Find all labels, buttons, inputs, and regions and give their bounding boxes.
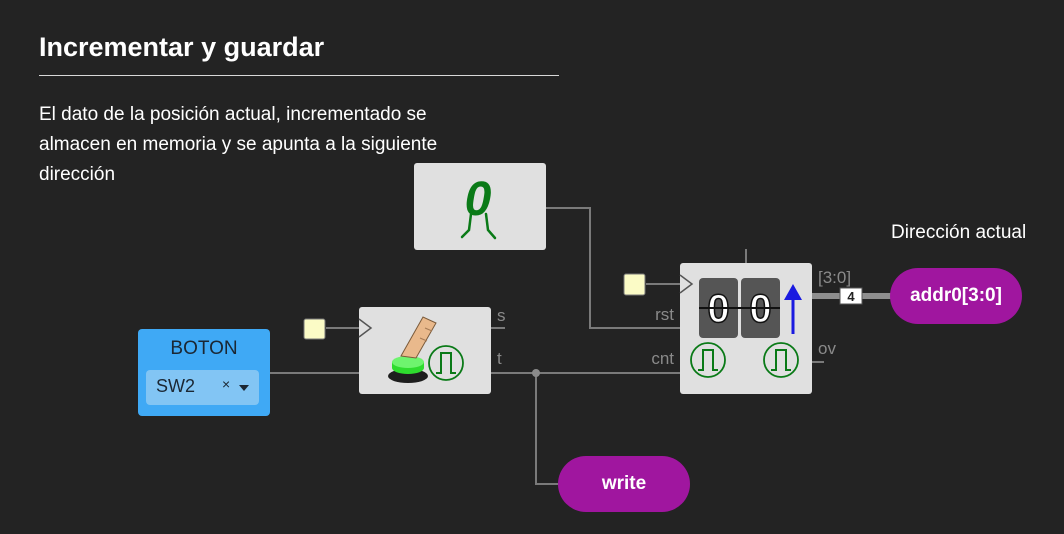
pin-label-rst: rst — [655, 305, 674, 324]
switch-select[interactable]: SW2 × — [146, 370, 259, 405]
wire-junction — [532, 369, 540, 377]
boton-input-block[interactable]: BOTON SW2 × — [138, 329, 270, 416]
clear-icon[interactable]: × — [222, 376, 230, 392]
wire-to-write — [535, 373, 558, 485]
counter-block[interactable]: 0 0 — [679, 263, 812, 394]
trigger-input-counter[interactable] — [623, 273, 646, 296]
pin-label-ov: ov — [818, 339, 836, 358]
pin-label-range: [3:0] — [818, 268, 851, 287]
chevron-down-icon[interactable] — [239, 385, 249, 391]
pin-label-s: s — [497, 306, 506, 325]
pulse-icon — [690, 342, 726, 378]
boton-title: BOTON — [170, 338, 238, 359]
trigger-input-pulse[interactable] — [303, 318, 326, 340]
switch-select-value: SW2 — [156, 376, 196, 396]
bus-width-value: 4 — [847, 289, 855, 304]
pulse-button-block[interactable] — [358, 307, 491, 394]
write-output-pill[interactable]: write — [558, 456, 690, 512]
pulse-icon — [428, 345, 464, 381]
pulse-icon — [763, 342, 799, 378]
constant-zero-block[interactable]: 0 — [414, 163, 546, 250]
pin-label-cnt: cnt — [651, 349, 674, 368]
addr-output-pill[interactable]: addr0[3:0] — [890, 268, 1022, 324]
pin-label-t: t — [497, 349, 502, 368]
circuit-diagram: 0 0 0 s t rst cnt [3:0] ov 4 — [270, 163, 891, 485]
